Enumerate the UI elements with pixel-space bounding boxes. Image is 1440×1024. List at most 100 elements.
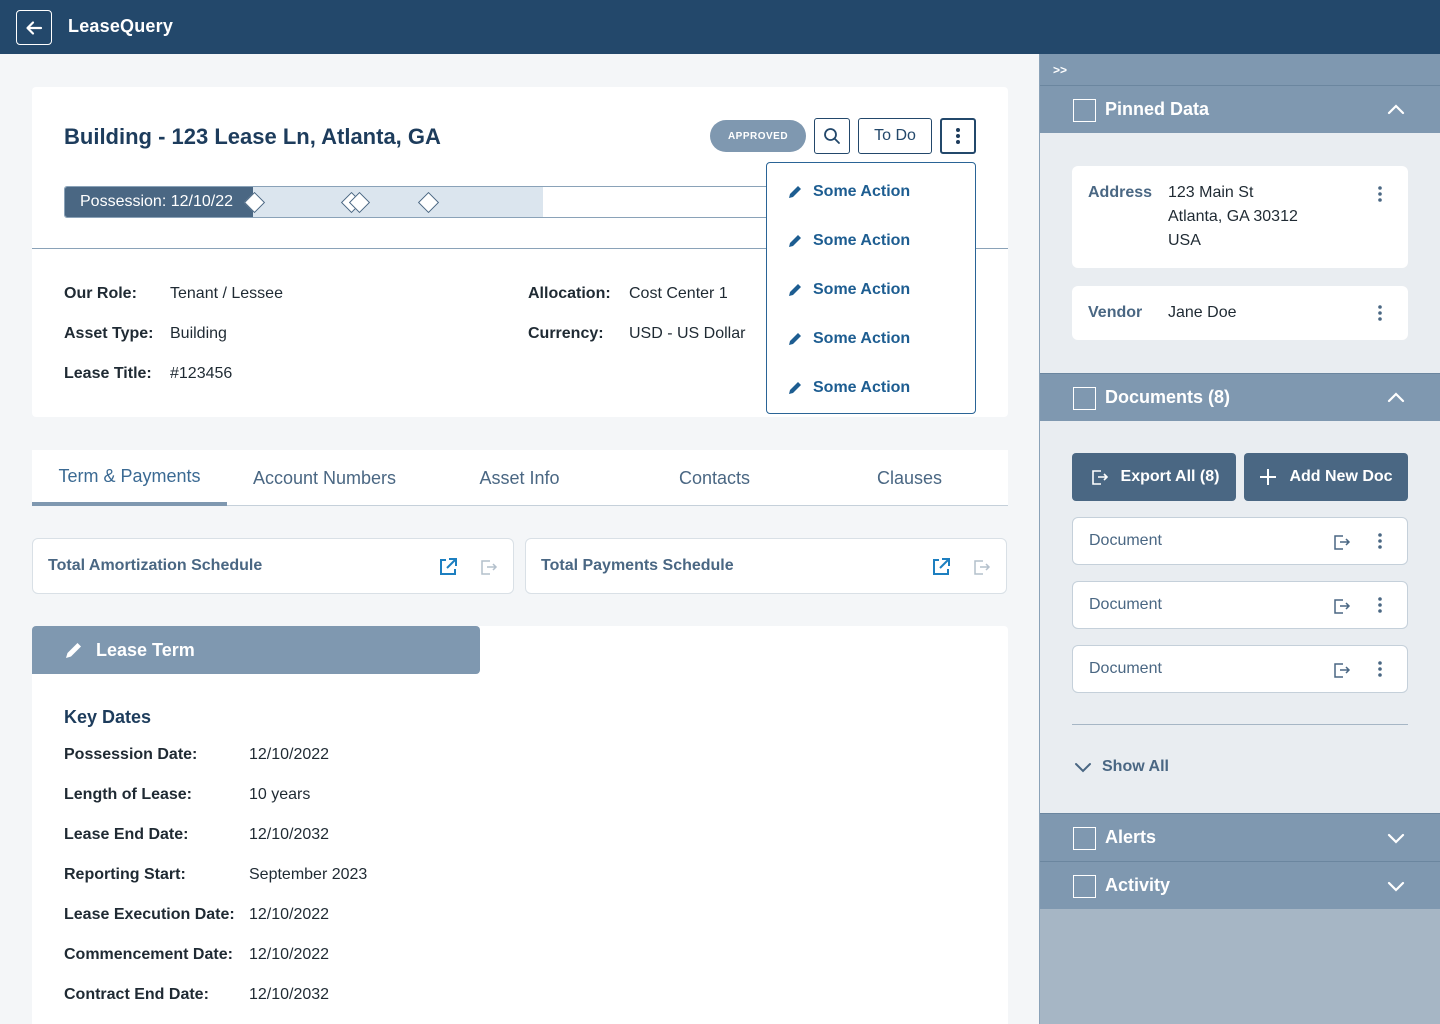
- top-bar: LeaseQuery: [0, 0, 1440, 54]
- document-row[interactable]: Document: [1072, 581, 1408, 629]
- activity-section-header[interactable]: Activity: [1040, 861, 1440, 909]
- export-icon: [1091, 470, 1108, 485]
- collapse-sidebar-button[interactable]: >>: [1040, 54, 1440, 85]
- export-all-button[interactable]: Export All (8): [1072, 453, 1236, 501]
- lease-term-header[interactable]: Lease Term: [32, 626, 480, 674]
- currency-label: Currency:: [528, 325, 604, 342]
- documents-section-header[interactable]: Documents (8): [1040, 373, 1440, 421]
- tab-clauses[interactable]: Clauses: [812, 450, 1007, 506]
- divider: [1072, 724, 1408, 725]
- lease-term-card: Lease Term Key Dates Possession Date: 12…: [32, 626, 1008, 1024]
- search-button[interactable]: [814, 118, 850, 154]
- allocation-label: Allocation:: [528, 285, 611, 302]
- asset-type-value: Building: [170, 325, 227, 342]
- lease-title-label: Lease Title:: [64, 365, 152, 382]
- our-role-value: Tenant / Lessee: [170, 285, 283, 302]
- menu-item-label: Some Action: [813, 330, 911, 347]
- documents-checkbox[interactable]: [1073, 387, 1096, 410]
- export-icon[interactable]: [971, 557, 991, 577]
- menu-item-some-action[interactable]: Some Action: [787, 376, 910, 400]
- chevron-down-icon[interactable]: [1386, 828, 1406, 848]
- kebab-icon[interactable]: [1372, 659, 1388, 679]
- vendor-value: Jane Doe: [1168, 304, 1237, 321]
- export-icon[interactable]: [1331, 660, 1351, 680]
- document-name: Document: [1089, 660, 1162, 677]
- alerts-title: Alerts: [1105, 827, 1157, 847]
- pinned-address-card: Address 123 Main St Atlanta, GA 30312 US…: [1072, 166, 1408, 268]
- payments-schedule-card[interactable]: Total Payments Schedule: [525, 538, 1007, 594]
- allocation-value: Cost Center 1: [629, 285, 728, 302]
- address-line: 123 Main St: [1168, 184, 1254, 201]
- reporting-start-value: September 2023: [249, 866, 368, 883]
- chevron-up-icon[interactable]: [1386, 100, 1406, 120]
- amortization-schedule-card[interactable]: Total Amortization Schedule: [32, 538, 514, 594]
- page-title: Building - 123 Lease Ln, Atlanta, GA: [64, 124, 441, 149]
- address-label: Address: [1088, 184, 1153, 201]
- alerts-checkbox[interactable]: [1073, 827, 1096, 850]
- currency-value: USD - US Dollar: [629, 325, 746, 342]
- tab-term-payments[interactable]: Term & Payments: [32, 450, 227, 506]
- address-line: USA: [1168, 232, 1201, 249]
- lease-title-value: #123456: [170, 365, 233, 382]
- document-row[interactable]: Document: [1072, 517, 1408, 565]
- kebab-icon[interactable]: [1372, 184, 1388, 204]
- lease-execution-date-value: 12/10/2022: [249, 906, 330, 923]
- pencil-icon: [66, 643, 81, 658]
- pencil-icon: [789, 382, 801, 394]
- pinned-data-section-header[interactable]: Pinned Data: [1040, 85, 1440, 133]
- menu-item-label: Some Action: [813, 281, 911, 298]
- alerts-section-header[interactable]: Alerts: [1040, 813, 1440, 861]
- tab-contacts[interactable]: Contacts: [617, 450, 812, 506]
- menu-item-label: Some Action: [813, 183, 911, 200]
- document-name: Document: [1089, 532, 1162, 549]
- export-icon[interactable]: [1331, 532, 1351, 552]
- menu-item-some-action[interactable]: Some Action: [787, 180, 910, 204]
- schedule-label: Total Amortization Schedule: [48, 557, 263, 574]
- pencil-icon: [789, 235, 801, 247]
- activity-title: Activity: [1105, 875, 1171, 895]
- address-value: 123 Main St Atlanta, GA 30312 USA: [1168, 181, 1298, 253]
- app-title: LeaseQuery: [68, 16, 174, 36]
- open-external-icon[interactable]: [931, 557, 951, 577]
- show-all-label: Show All: [1102, 758, 1169, 775]
- lease-end-date-label: Lease End Date:: [64, 826, 189, 843]
- pinned-data-checkbox[interactable]: [1073, 99, 1096, 122]
- menu-item-some-action[interactable]: Some Action: [787, 327, 910, 351]
- export-icon[interactable]: [478, 557, 498, 577]
- chevron-down-icon[interactable]: [1386, 876, 1406, 896]
- plus-icon: [1260, 469, 1277, 485]
- back-button[interactable]: [16, 10, 52, 45]
- open-external-icon[interactable]: [438, 557, 458, 577]
- kebab-icon[interactable]: [1372, 595, 1388, 615]
- menu-item-some-action[interactable]: Some Action: [787, 278, 910, 302]
- actions-dropdown-menu: Some Action Some Action Some Action Some…: [766, 162, 976, 414]
- lease-execution-date-label: Lease Execution Date:: [64, 906, 235, 923]
- menu-item-some-action[interactable]: Some Action: [787, 229, 910, 253]
- add-new-doc-button[interactable]: Add New Doc: [1244, 453, 1408, 501]
- key-dates-heading: Key Dates: [64, 707, 152, 727]
- activity-checkbox[interactable]: [1073, 875, 1096, 898]
- schedule-label: Total Payments Schedule: [541, 557, 734, 574]
- export-icon[interactable]: [1331, 596, 1351, 616]
- contract-end-date-label: Contract End Date:: [64, 986, 209, 1003]
- pinned-data-body: Address 123 Main St Atlanta, GA 30312 US…: [1040, 133, 1440, 373]
- kebab-icon[interactable]: [1372, 531, 1388, 551]
- possession-date-label: Possession Date:: [64, 746, 198, 763]
- tab-account-numbers[interactable]: Account Numbers: [227, 450, 422, 506]
- search-icon: [824, 128, 840, 144]
- show-all-button[interactable]: Show All: [1074, 758, 1169, 776]
- right-sidebar: >> Pinned Data Address 123 Main St Atlan…: [1039, 54, 1440, 1024]
- todo-button[interactable]: To Do: [858, 118, 932, 154]
- kebab-icon[interactable]: [1372, 303, 1388, 323]
- document-row[interactable]: Document: [1072, 645, 1408, 693]
- export-all-label: Export All (8): [1120, 468, 1220, 485]
- documents-title: Documents (8): [1105, 387, 1231, 407]
- contract-end-date-value: 12/10/2032: [249, 986, 330, 1003]
- chevron-up-icon[interactable]: [1386, 388, 1406, 408]
- arrow-left-icon: [26, 20, 43, 35]
- pencil-icon: [789, 333, 801, 345]
- length-of-lease-value: 10 years: [249, 786, 311, 803]
- tab-asset-info[interactable]: Asset Info: [422, 450, 617, 506]
- kebab-icon: [956, 128, 960, 144]
- more-options-button[interactable]: [940, 118, 976, 154]
